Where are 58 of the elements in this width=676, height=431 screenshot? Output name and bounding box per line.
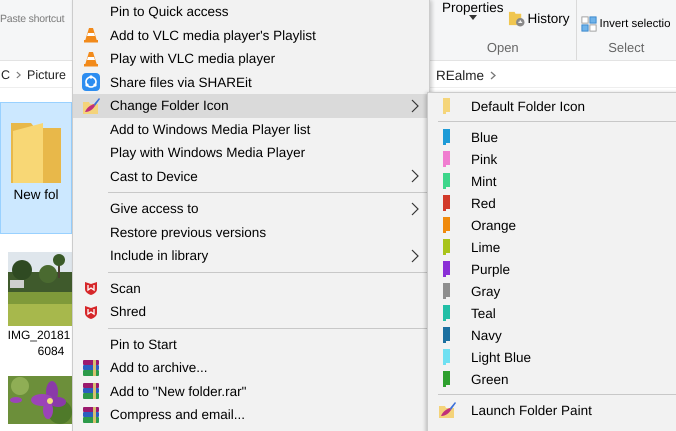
menu-item[interactable]: Teal (428, 302, 676, 324)
menu-item[interactable]: Compress and email... (73, 403, 429, 426)
books-stack-icon (82, 358, 100, 377)
menu-item[interactable]: Pink (428, 148, 676, 170)
file-name: IMG_20181 (8, 328, 70, 342)
history-button[interactable]: History (508, 10, 570, 27)
circle-arrows-icon (82, 73, 100, 92)
shield-icon (84, 304, 98, 319)
menu-item[interactable]: Give access to (73, 197, 429, 220)
books-stack-icon (82, 406, 100, 424)
menu-item[interactable]: Launch Folder Paint (428, 399, 676, 421)
chevron-icon (16, 71, 22, 79)
menu-item[interactable]: Play with VLC media player (73, 47, 429, 70)
folder-tile[interactable]: New fol (0, 102, 72, 234)
file-name: 6084 (38, 344, 64, 358)
menu-item[interactable]: Play with Windows Media Player (73, 141, 429, 164)
chevron-icon (490, 70, 496, 80)
menu-item[interactable]: Mint (428, 170, 676, 192)
menu-item[interactable]: Pin to Quick access (73, 0, 429, 24)
group-label: Open (486, 40, 520, 55)
menu-item[interactable]: Change Folder Icon (73, 94, 429, 118)
menu-item[interactable]: Add to VLC media player's Playlist (73, 24, 429, 47)
menu-item[interactable]: Purple (428, 258, 676, 280)
caret-icon (468, 15, 477, 20)
breadcrumb[interactable]: C (1, 68, 10, 82)
menu-item[interactable]: Share files via SHAREit (73, 70, 429, 94)
menu-item[interactable]: Green (428, 368, 676, 390)
traffic-cone-icon (83, 27, 99, 44)
traffic-cone-icon (83, 50, 99, 67)
menu-item[interactable]: Orange (428, 214, 676, 236)
breadcrumb[interactable]: Picture (27, 68, 66, 82)
invert-selection-button[interactable]: Invert selectio (576, 0, 676, 40)
menu-item[interactable]: Lime (428, 236, 676, 258)
menu-item[interactable]: Light Blue (428, 346, 676, 368)
menu-item[interactable]: Blue (428, 126, 676, 148)
menu-item[interactable]: Default Folder Icon (428, 95, 676, 117)
menu-item[interactable]: Add to "New folder.rar" (73, 380, 429, 403)
properties-button[interactable]: Properties (442, 0, 504, 40)
menu-item[interactable]: Pin to Start (73, 332, 429, 356)
group-label: Select (607, 40, 646, 55)
grid-icon (580, 16, 597, 32)
menu-item[interactable]: Shred (73, 300, 429, 324)
menu-item[interactable]: Cast to Device (73, 164, 429, 188)
books-stack-icon (82, 382, 100, 400)
paintbrush-icon (82, 96, 100, 115)
paintbrush-icon (438, 401, 456, 419)
paste-shortcut-button[interactable]: Paste shortcut (0, 13, 64, 25)
menu-item[interactable]: Add to archive... (73, 356, 429, 380)
menu-item[interactable]: Include in library (73, 244, 429, 268)
menu-item[interactable]: Add to Windows Media Player list (73, 118, 429, 141)
menu-item[interactable]: Navy (428, 324, 676, 346)
shield-icon (84, 281, 98, 296)
folder-clock-icon (508, 10, 525, 27)
breadcrumb[interactable]: REalme (436, 68, 484, 82)
menu-item[interactable]: Gray (428, 280, 676, 302)
menu-item[interactable]: Red (428, 192, 676, 214)
menu-item[interactable]: Scan (73, 276, 429, 300)
menu-item[interactable]: Restore previous versions (73, 220, 429, 244)
